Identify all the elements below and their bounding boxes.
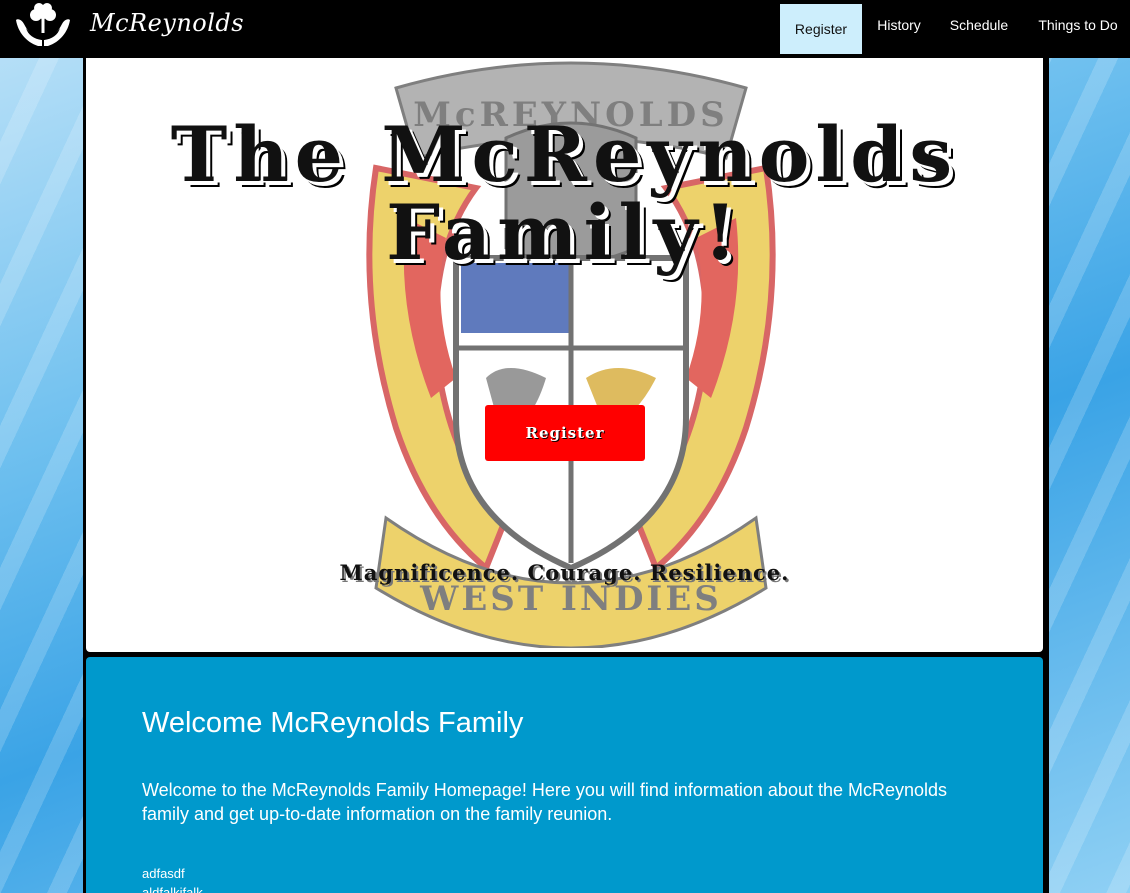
hero-section: McREYNOLDS WEST INDIES The McReynolds Fa…: [86, 58, 1043, 652]
nav-register[interactable]: Register: [780, 4, 862, 54]
hero-title: The McReynolds Family!: [170, 110, 959, 277]
crest-bottom-text: WEST INDIES: [419, 579, 722, 619]
nav-things-to-do[interactable]: Things to Do: [1028, 4, 1128, 54]
hero-register-button[interactable]: Register: [485, 405, 645, 461]
navbar: McReynolds Register History Schedule Thi…: [0, 0, 1130, 58]
nav-schedule[interactable]: Schedule: [942, 4, 1016, 54]
brand-name[interactable]: McReynolds: [90, 9, 244, 37]
welcome-intro: Welcome to the McReynolds Family Homepag…: [142, 780, 948, 824]
welcome-heading: Welcome McReynolds Family: [142, 707, 524, 739]
nav-history[interactable]: History: [865, 4, 933, 54]
hero-tagline: Magnificence. Courage. Resilience.: [339, 560, 790, 585]
family-tree-hands-icon[interactable]: [12, 2, 74, 52]
welcome-text-line: adfasdf: [142, 866, 185, 881]
welcome-text-line: aldfalkjfalk: [142, 885, 203, 893]
welcome-section: Welcome McReynolds Family Welcome to the…: [86, 657, 1043, 893]
main-container: McREYNOLDS WEST INDIES The McReynolds Fa…: [83, 58, 1049, 893]
